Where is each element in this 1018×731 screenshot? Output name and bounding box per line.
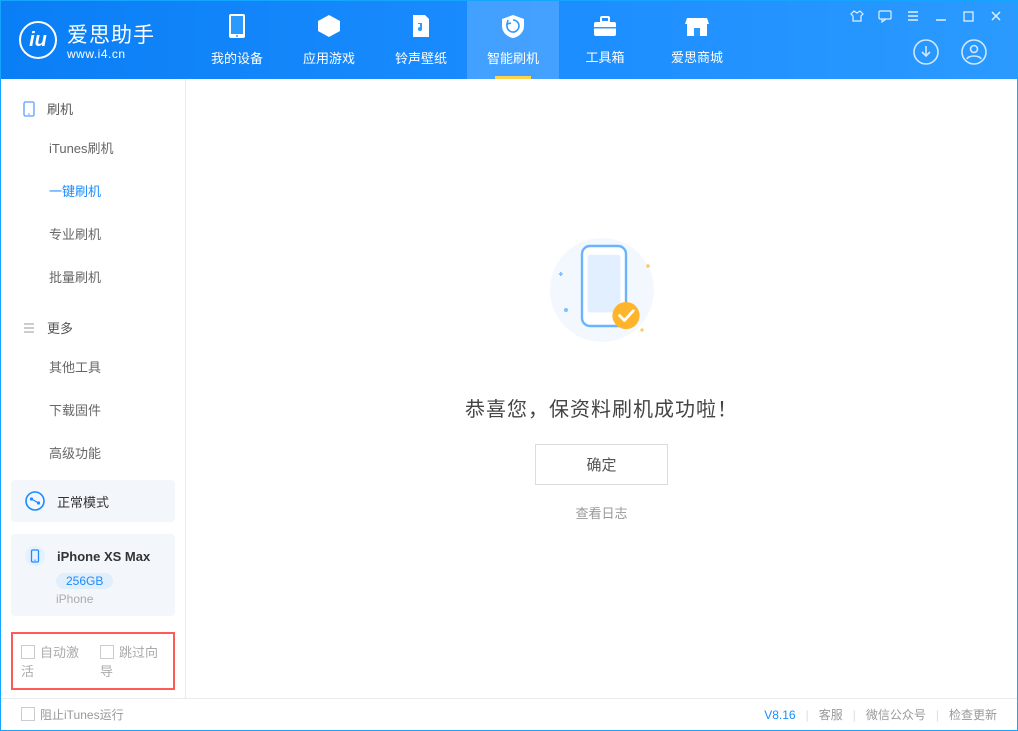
- tab-label: 工具箱: [585, 47, 624, 66]
- tab-label: 铃声壁纸: [395, 48, 447, 67]
- main-content: 恭喜您，保资料刷机成功啦！ 确定 查看日志: [186, 79, 1017, 698]
- phone-icon: [226, 13, 248, 42]
- music-file-icon: [409, 13, 433, 42]
- sidebar-item-download-firmware[interactable]: 下载固件: [1, 388, 185, 431]
- sidebar-item-advanced[interactable]: 高级功能: [1, 431, 185, 474]
- success-illustration: [522, 215, 682, 365]
- tab-toolbox[interactable]: 工具箱: [559, 1, 651, 79]
- shield-refresh-icon: [500, 13, 526, 42]
- sidebar-item-batch-flash[interactable]: 批量刷机: [1, 255, 185, 298]
- minimize-button[interactable]: [934, 9, 948, 23]
- tab-label: 应用游戏: [303, 48, 355, 67]
- section-title: 刷机: [47, 99, 73, 118]
- footer-link-support[interactable]: 客服: [819, 706, 843, 723]
- success-message: 恭喜您，保资料刷机成功啦！: [465, 393, 738, 422]
- tab-my-device[interactable]: 我的设备: [191, 1, 283, 79]
- mode-label: 正常模式: [57, 492, 109, 511]
- tab-smart-flash[interactable]: 智能刷机: [467, 1, 559, 79]
- store-icon: [684, 14, 710, 41]
- success-hero: 恭喜您，保资料刷机成功啦！ 确定 查看日志: [465, 215, 738, 522]
- footer: 阻止iTunes运行 V8.16 | 客服 | 微信公众号 | 检查更新: [1, 698, 1017, 730]
- mode-icon: [23, 489, 47, 513]
- highlighted-checkbox-row: 自动激活 跳过向导: [11, 632, 175, 690]
- footer-link-wechat[interactable]: 微信公众号: [866, 706, 926, 723]
- sidebar-item-other-tools[interactable]: 其他工具: [1, 345, 185, 388]
- checkbox-auto-activate[interactable]: 自动激活: [21, 642, 86, 680]
- tab-label: 我的设备: [211, 48, 263, 67]
- view-log-link[interactable]: 查看日志: [575, 503, 627, 522]
- list-icon: [23, 322, 37, 334]
- device-storage-chip: 256GB: [56, 573, 113, 589]
- device-type: iPhone: [56, 592, 163, 606]
- checkbox-stop-itunes[interactable]: 阻止iTunes运行: [21, 706, 124, 723]
- logo-icon: iu: [19, 21, 57, 59]
- sidebar-section-flash: 刷机: [1, 79, 185, 126]
- version-label: V8.16: [764, 708, 795, 722]
- tab-label: 智能刷机: [487, 48, 539, 67]
- cube-icon: [316, 13, 342, 42]
- device-icon: [23, 101, 37, 117]
- shirt-icon[interactable]: [850, 9, 864, 23]
- menu-icon[interactable]: [906, 9, 920, 23]
- sidebar: 刷机 iTunes刷机 一键刷机 专业刷机 批量刷机 更多 其他工具 下载固件 …: [1, 79, 186, 698]
- close-button[interactable]: [989, 9, 1003, 23]
- tab-ringtones-wallpapers[interactable]: 铃声壁纸: [375, 1, 467, 79]
- mode-card[interactable]: 正常模式: [11, 480, 175, 522]
- device-name: iPhone XS Max: [57, 549, 150, 564]
- sidebar-item-oneclick-flash[interactable]: 一键刷机: [1, 169, 185, 212]
- logo-area: iu 爱思助手 www.i4.cn: [1, 1, 191, 79]
- app-subtitle: www.i4.cn: [67, 47, 155, 61]
- tab-apps-games[interactable]: 应用游戏: [283, 1, 375, 79]
- device-card[interactable]: iPhone XS Max 256GB iPhone: [11, 534, 175, 616]
- app-title: 爱思助手: [67, 19, 155, 49]
- toolbox-icon: [592, 14, 618, 41]
- body: 刷机 iTunes刷机 一键刷机 专业刷机 批量刷机 更多 其他工具 下载固件 …: [1, 79, 1017, 698]
- tab-label: 爱思商城: [671, 47, 723, 66]
- logo-text: 爱思助手 www.i4.cn: [67, 19, 155, 61]
- user-icon[interactable]: [959, 37, 989, 67]
- window-controls: [850, 9, 1003, 23]
- sidebar-section-more: 更多: [1, 298, 185, 345]
- checkbox-skip-guide[interactable]: 跳过向导: [100, 642, 165, 680]
- maximize-button[interactable]: [962, 10, 975, 23]
- header-tabs: 我的设备 应用游戏 铃声壁纸 智能刷机 工具箱: [191, 1, 743, 79]
- download-icon[interactable]: [911, 37, 941, 67]
- tab-store[interactable]: 爱思商城: [651, 1, 743, 79]
- sidebar-item-pro-flash[interactable]: 专业刷机: [1, 212, 185, 255]
- confirm-button[interactable]: 确定: [535, 444, 667, 485]
- device-phone-icon: [23, 544, 47, 568]
- header-action-icons: [911, 37, 989, 67]
- sidebar-item-itunes-flash[interactable]: iTunes刷机: [1, 126, 185, 169]
- feedback-icon[interactable]: [878, 9, 892, 23]
- header: iu 爱思助手 www.i4.cn 我的设备 应用游戏 铃声壁纸: [1, 1, 1017, 79]
- section-title: 更多: [47, 318, 73, 337]
- footer-link-update[interactable]: 检查更新: [949, 706, 997, 723]
